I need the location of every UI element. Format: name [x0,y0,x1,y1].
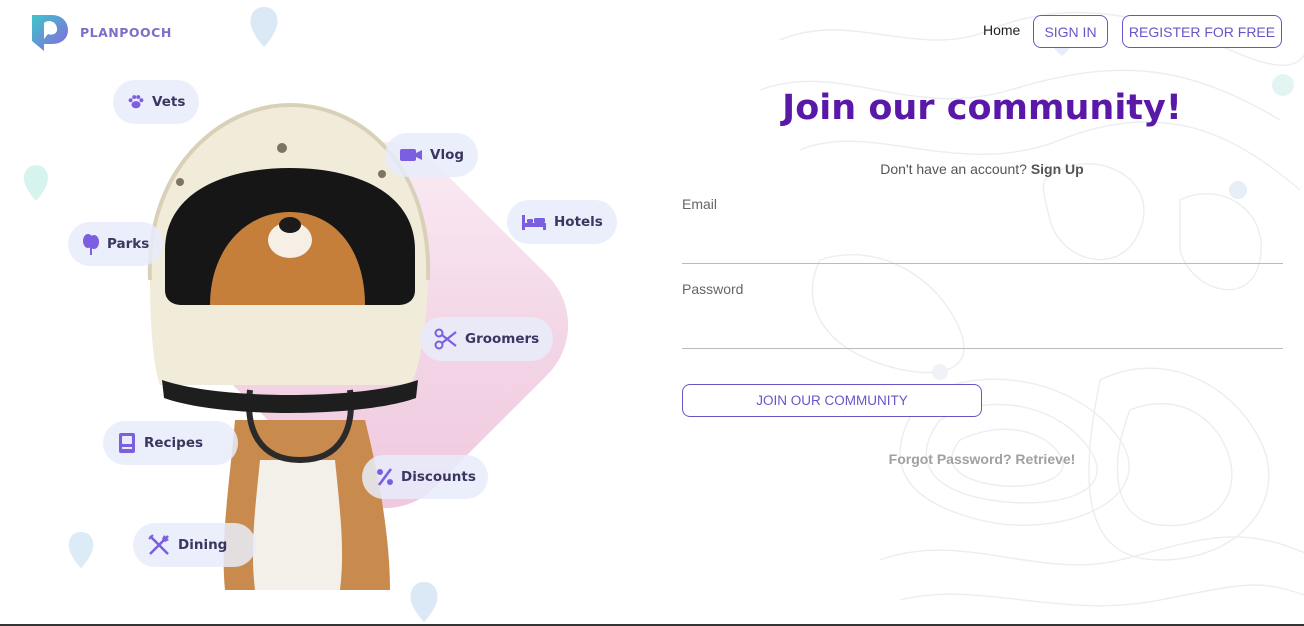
chip-dining[interactable]: Dining [133,523,256,567]
chip-recipes[interactable]: Recipes [103,421,238,465]
chip-label: Parks [107,236,150,252]
password-label: Password [682,281,744,297]
chip-label: Hotels [554,214,603,230]
nav-home-link[interactable]: Home [983,22,1020,38]
planpooch-logo-icon [32,15,68,51]
forgot-password-link[interactable]: Forgot Password? Retrieve! [682,451,1282,467]
email-label: Email [682,196,718,212]
chip-discounts[interactable]: Discounts [362,455,488,499]
percent-icon [377,468,393,486]
page-title: Join our community! [782,88,1182,128]
recipe-book-icon [119,433,135,453]
hero-illustration: Vets Vlog Hotels Parks Groomers Recipes [60,80,640,600]
email-field[interactable] [682,234,1283,264]
fork-knife-icon [148,534,169,555]
register-button[interactable]: REGISTER FOR FREE [1122,15,1282,48]
join-community-button[interactable]: JOIN OUR COMMUNITY [682,384,982,417]
chip-vets[interactable]: Vets [113,80,200,124]
video-camera-icon [400,149,422,161]
sign-in-button[interactable]: SIGN IN [1033,15,1108,48]
tree-icon [83,234,99,255]
signup-prompt: Don't have an account? Sign Up [682,161,1282,177]
chip-label: Vets [152,94,186,110]
scissors-icon [434,328,457,350]
brand-name: PLANPOOCH [80,24,172,40]
chip-label: Recipes [144,435,204,451]
chip-groomers[interactable]: Groomers [420,317,554,361]
chip-vlog[interactable]: Vlog [385,133,479,177]
paw-icon [128,95,144,109]
password-field[interactable] [682,319,1283,349]
chip-label: Discounts [401,469,476,485]
chip-hotels[interactable]: Hotels [507,200,617,244]
chip-label: Groomers [465,331,540,347]
chip-label: Dining [178,537,228,553]
balloon-decoration [250,7,278,47]
bed-icon [522,215,546,230]
signup-prompt-text: Don't have an account? [880,161,1027,177]
chip-label: Vlog [430,147,465,163]
chip-parks[interactable]: Parks [68,222,164,266]
balloon-decoration [24,165,48,201]
sign-up-link[interactable]: Sign Up [1031,161,1084,177]
brand-logo[interactable]: PLANPOOCH [26,11,172,53]
